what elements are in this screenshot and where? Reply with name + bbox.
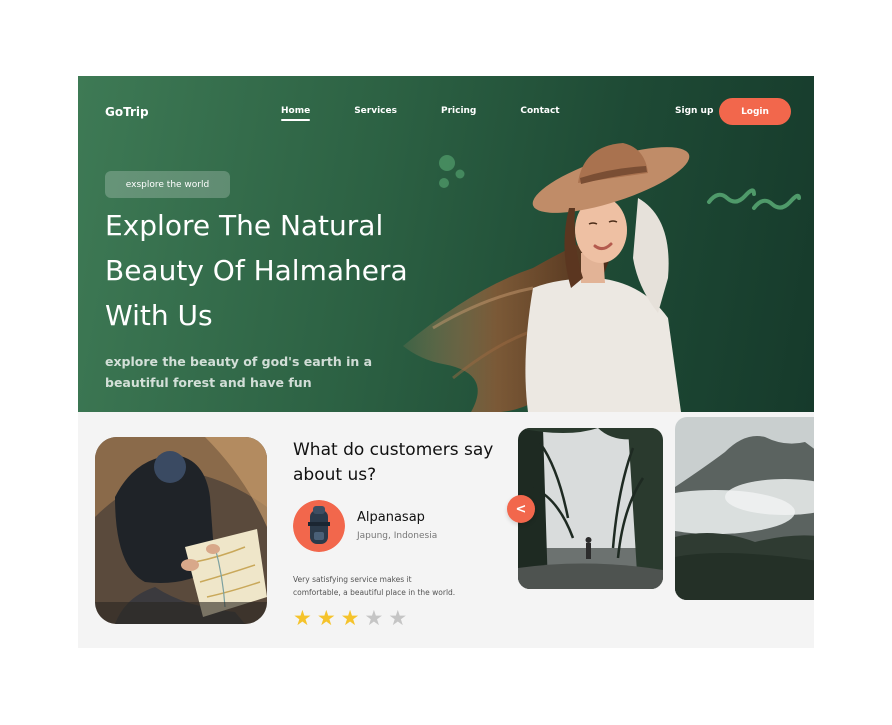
hero-badge: exsplore the world — [105, 171, 230, 198]
hero-subtext-line: beautiful forest and have fun — [105, 375, 312, 390]
star-icon: ★ — [340, 606, 360, 630]
nav-home[interactable]: Home — [281, 106, 311, 121]
reviewer-name: Alpanasap — [357, 510, 425, 525]
reviewer-location: Japung, Indonesia — [357, 531, 438, 541]
landing-page: GoTrip Home Services Pricing Contact Sig… — [78, 76, 814, 648]
review-text-line: Very satisfying service makes it — [293, 575, 412, 584]
star-icon: ★ — [388, 606, 408, 630]
testimonial-heading: What do customers say about us? — [293, 438, 513, 488]
hero-subtext-line: explore the beauty of god's earth in a — [105, 354, 373, 369]
hero-woman-image — [403, 143, 690, 412]
carousel-prev-button[interactable]: < — [507, 495, 535, 523]
testimonial-section: What do customers say about us? Alpanasa… — [78, 412, 814, 648]
review-text: Very satisfying service makes it comfort… — [293, 573, 498, 599]
decorative-wave — [707, 188, 801, 210]
star-rating: ★ ★ ★ ★ ★ — [293, 608, 412, 629]
review-text-line: comfortable, a beautiful place in the wo… — [293, 588, 456, 597]
hero-section: GoTrip Home Services Pricing Contact Sig… — [78, 76, 814, 412]
nav-services[interactable]: Services — [354, 106, 397, 116]
forest-photo — [518, 428, 663, 589]
hero-subtext: explore the beauty of god's earth in a b… — [105, 351, 405, 393]
star-icon: ★ — [293, 606, 312, 630]
main-nav: Home Services Pricing Contact — [281, 106, 604, 121]
reviewer-avatar — [293, 500, 345, 552]
mountain-photo — [675, 417, 814, 600]
nav-contact[interactable]: Contact — [520, 106, 559, 116]
logo[interactable]: GoTrip — [105, 105, 149, 119]
testimonial-heading-line: What do customers say — [293, 440, 494, 460]
signup-link[interactable]: Sign up — [675, 106, 713, 116]
star-icon: ★ — [316, 606, 336, 630]
traveler-map-photo — [95, 437, 267, 624]
nav-pricing[interactable]: Pricing — [441, 106, 476, 116]
login-button[interactable]: Login — [719, 98, 791, 125]
star-icon: ★ — [364, 606, 384, 630]
testimonial-heading-line: about us? — [293, 465, 377, 485]
chevron-left-icon: < — [515, 501, 527, 517]
